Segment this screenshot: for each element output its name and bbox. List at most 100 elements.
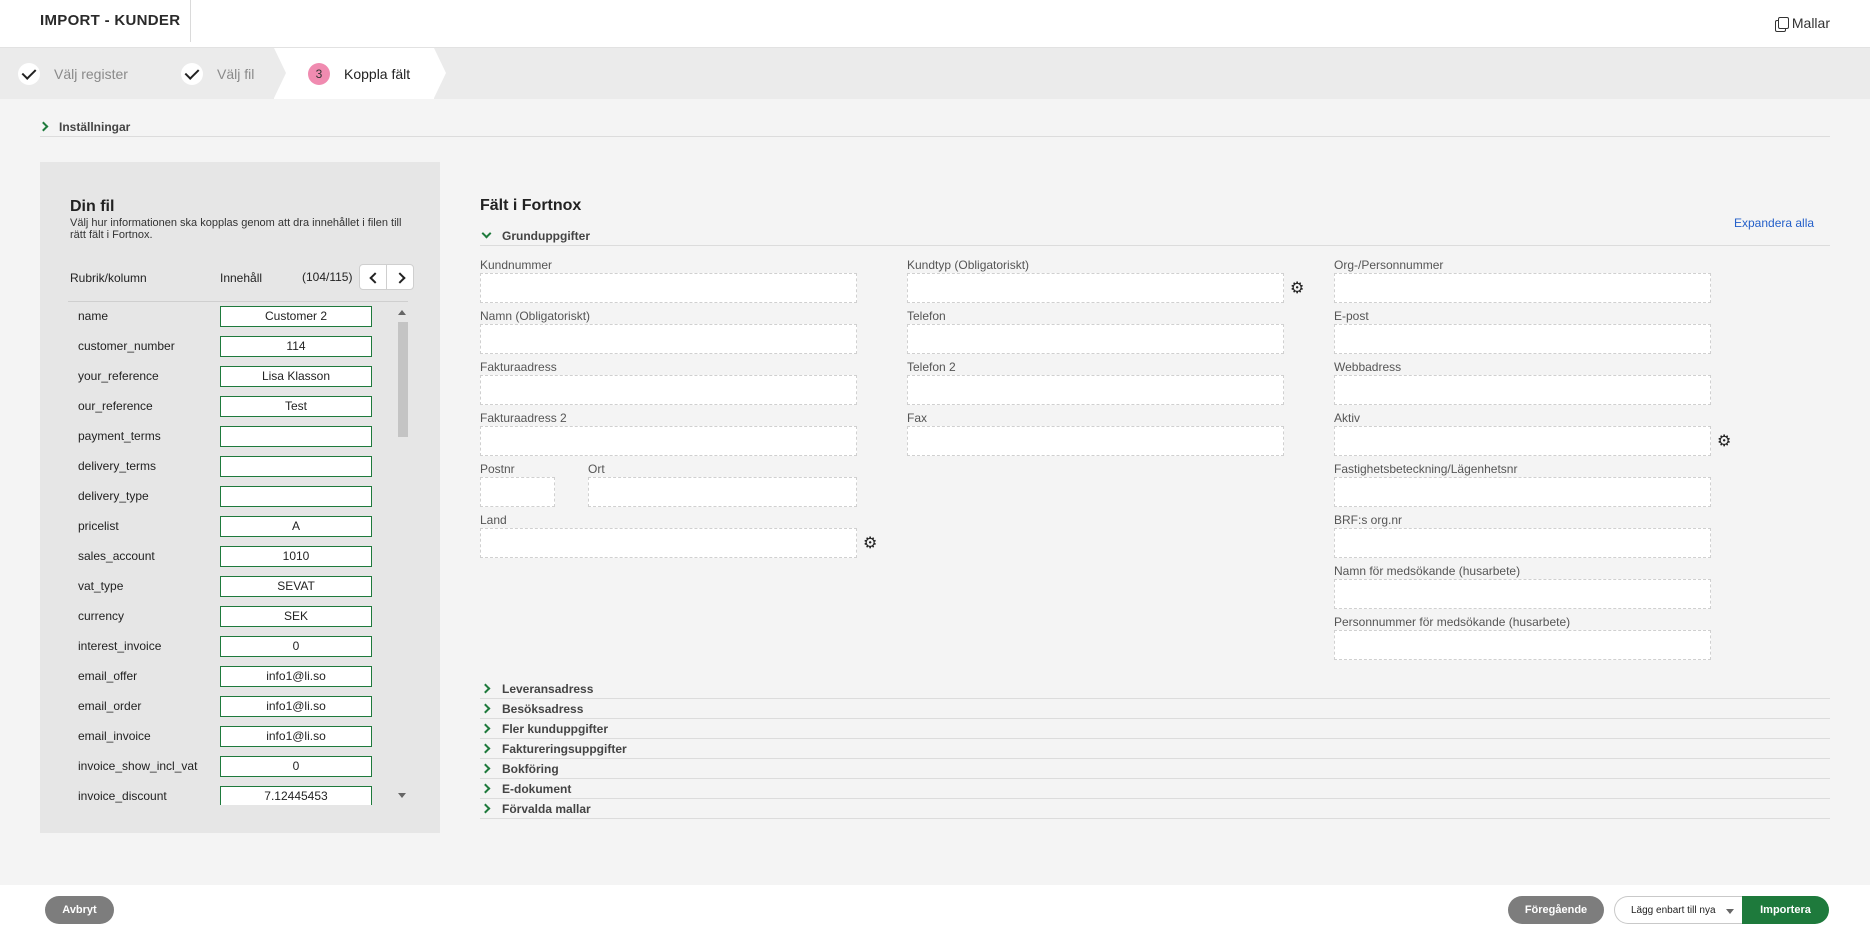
drop-field-namn[interactable] bbox=[480, 324, 857, 354]
field-label-namn: Namn (Obligatoriskt) bbox=[480, 309, 591, 323]
section-fler-kunduppgifter[interactable]: Fler kunduppgifter bbox=[480, 719, 1830, 739]
chevron-right-icon bbox=[480, 743, 491, 754]
column-key: email_invoice bbox=[78, 729, 151, 743]
drop-field-fakturaadress2[interactable] bbox=[480, 426, 857, 456]
step-label: Välj fil bbox=[217, 65, 255, 82]
draggable-value[interactable]: 0 bbox=[220, 636, 372, 657]
draggable-value[interactable]: 0 bbox=[220, 756, 372, 777]
draggable-value[interactable]: 114 bbox=[220, 336, 372, 357]
column-key: vat_type bbox=[78, 579, 124, 593]
draggable-value[interactable]: info1@li.so bbox=[220, 726, 372, 747]
section-label: Grunduppgifter bbox=[502, 228, 590, 243]
section-e-dokument[interactable]: E-dokument bbox=[480, 779, 1830, 799]
list-item: email_offer info1@li.so bbox=[68, 662, 398, 692]
previous-row-button[interactable] bbox=[359, 264, 387, 290]
column-header-rubrik: Rubrik/kolumn bbox=[70, 271, 147, 285]
wizard-stepper: Välj register Välj fil 3 Koppla fält bbox=[0, 48, 1870, 99]
draggable-value[interactable]: A bbox=[220, 516, 372, 537]
field-label-postnr: Postnr bbox=[480, 462, 515, 476]
draggable-value[interactable]: 1010 bbox=[220, 546, 372, 567]
draggable-value[interactable]: Lisa Klasson bbox=[220, 366, 372, 387]
scroll-down-arrow-icon[interactable] bbox=[398, 793, 406, 798]
import-split-button: Lägg enbart till nya Importera bbox=[1614, 896, 1829, 924]
file-panel-description: Välj hur informationen ska kopplas genom… bbox=[70, 217, 402, 241]
drop-field-webbadress[interactable] bbox=[1334, 375, 1711, 405]
gear-icon[interactable]: ⚙ bbox=[1290, 281, 1304, 297]
file-panel-title: Din fil bbox=[70, 198, 115, 215]
column-key: name bbox=[78, 309, 109, 323]
draggable-value[interactable]: SEK bbox=[220, 606, 372, 627]
draggable-value[interactable] bbox=[220, 426, 372, 447]
caret-down-icon bbox=[1726, 909, 1734, 914]
drop-field-medsokande-pnr[interactable] bbox=[1334, 630, 1711, 660]
section-forvalda-mallar[interactable]: Förvalda mallar bbox=[480, 799, 1830, 819]
list-item: name Customer 2 bbox=[68, 302, 398, 332]
list-item: your_reference Lisa Klasson bbox=[68, 362, 398, 392]
section-leveransadress[interactable]: Leveransadress bbox=[480, 679, 1830, 699]
column-key: delivery_type bbox=[78, 489, 149, 503]
section-bokforing[interactable]: Bokföring bbox=[480, 759, 1830, 779]
drop-field-telefon[interactable] bbox=[907, 324, 1284, 354]
import-mode-select[interactable]: Lägg enbart till nya bbox=[1614, 896, 1742, 924]
draggable-value[interactable]: Test bbox=[220, 396, 372, 417]
draggable-value[interactable]: 7.12445453 bbox=[220, 786, 372, 805]
list-item: invoice_discount 7.12445453 bbox=[68, 782, 398, 805]
gear-icon[interactable]: ⚙ bbox=[863, 536, 877, 552]
drop-field-land[interactable] bbox=[480, 528, 857, 558]
step-valj-register[interactable]: Välj register bbox=[18, 48, 128, 99]
draggable-value[interactable] bbox=[220, 456, 372, 477]
field-label-fakturaadress: Fakturaadress bbox=[480, 360, 557, 374]
drop-field-brf[interactable] bbox=[1334, 528, 1711, 558]
column-key: invoice_discount bbox=[78, 789, 167, 803]
step-koppla-falt[interactable]: 3 Koppla fält bbox=[274, 48, 446, 99]
drop-field-kundtyp[interactable] bbox=[907, 273, 1284, 303]
drop-field-kundnummer[interactable] bbox=[480, 273, 857, 303]
mapping-list: name Customer 2 customer_number 114 your_r… bbox=[68, 302, 398, 805]
drop-field-medsokande-namn[interactable] bbox=[1334, 579, 1711, 609]
next-row-button[interactable] bbox=[386, 264, 414, 290]
drop-field-fakturaadress[interactable] bbox=[480, 375, 857, 405]
field-label-telefon: Telefon bbox=[907, 309, 946, 323]
draggable-value[interactable]: SEVAT bbox=[220, 576, 372, 597]
field-label-webbadress: Webbadress bbox=[1334, 360, 1402, 374]
draggable-value[interactable]: info1@li.so bbox=[220, 696, 372, 717]
previous-button[interactable]: Föregående bbox=[1508, 896, 1604, 924]
list-scrollbar[interactable] bbox=[395, 304, 409, 804]
draggable-value[interactable]: info1@li.so bbox=[220, 666, 372, 687]
drop-field-epost[interactable] bbox=[1334, 324, 1711, 354]
page-title: IMPORT - KUNDER bbox=[40, 12, 181, 29]
row-counter: (104/115) bbox=[302, 270, 353, 284]
drop-field-fax[interactable] bbox=[907, 426, 1284, 456]
scroll-up-arrow-icon[interactable] bbox=[398, 310, 406, 315]
chevron-down-icon bbox=[481, 228, 492, 239]
drop-field-fastighet[interactable] bbox=[1334, 477, 1711, 507]
column-key: our_reference bbox=[78, 399, 153, 413]
list-item: email_order info1@li.so bbox=[68, 692, 398, 722]
list-item: customer_number 114 bbox=[68, 332, 398, 362]
list-item: vat_type SEVAT bbox=[68, 572, 398, 602]
scrollbar-thumb[interactable] bbox=[398, 322, 408, 437]
section-grunduppgifter[interactable]: Grunduppgifter bbox=[480, 226, 1830, 246]
field-label-telefon2: Telefon 2 bbox=[907, 360, 956, 374]
step-valj-fil[interactable]: Välj fil bbox=[181, 48, 254, 99]
drop-field-ort[interactable] bbox=[588, 477, 857, 507]
section-faktureringsuppgifter[interactable]: Faktureringsuppgifter bbox=[480, 739, 1830, 759]
import-button[interactable]: Importera bbox=[1742, 896, 1829, 924]
column-key: pricelist bbox=[78, 519, 119, 533]
step-label: Välj register bbox=[54, 65, 128, 82]
field-label-brf: BRF:s org.nr bbox=[1334, 513, 1403, 527]
chevron-right-icon bbox=[480, 683, 491, 694]
settings-toggle[interactable]: Inställningar bbox=[38, 117, 1830, 137]
draggable-value[interactable] bbox=[220, 486, 372, 507]
drop-field-postnr[interactable] bbox=[480, 477, 555, 507]
drop-field-telefon2[interactable] bbox=[907, 375, 1284, 405]
section-besoksadress[interactable]: Besöksadress bbox=[480, 699, 1830, 719]
section-label: Leveransadress bbox=[502, 681, 594, 696]
gear-icon[interactable]: ⚙ bbox=[1717, 434, 1731, 450]
templates-button[interactable]: Mallar bbox=[1774, 15, 1830, 32]
field-label-land: Land bbox=[480, 513, 507, 527]
draggable-value[interactable]: Customer 2 bbox=[220, 306, 372, 327]
drop-field-orgnr[interactable] bbox=[1334, 273, 1711, 303]
cancel-button[interactable]: Avbryt bbox=[45, 896, 114, 924]
drop-field-aktiv[interactable] bbox=[1334, 426, 1711, 456]
